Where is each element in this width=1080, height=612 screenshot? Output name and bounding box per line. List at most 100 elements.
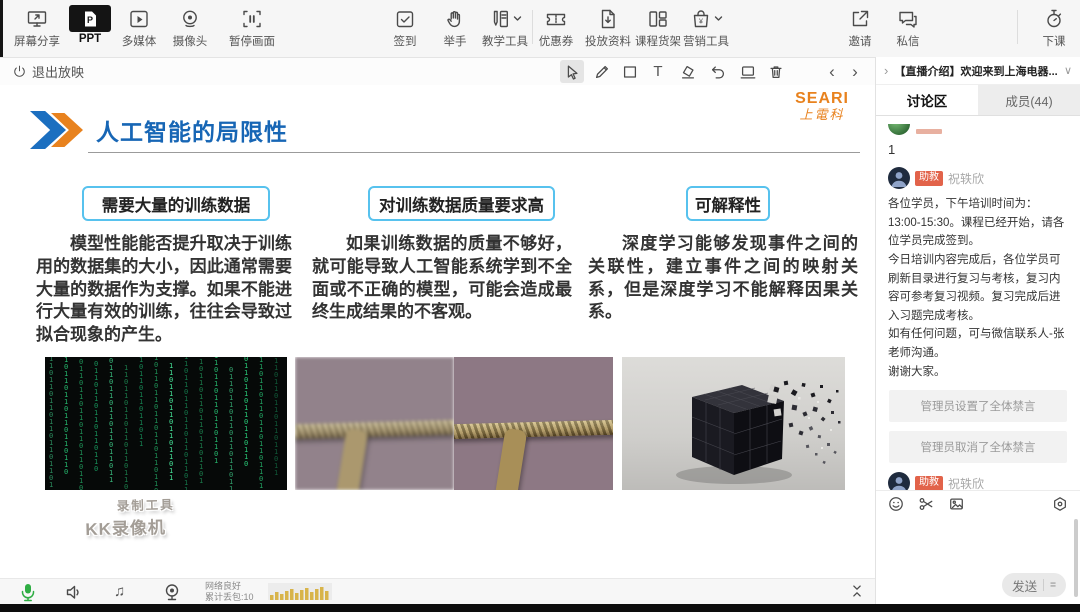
toolbar-sign-in-button[interactable]: 签到 xyxy=(377,5,433,49)
materials-icon xyxy=(597,5,619,32)
rectangle-icon xyxy=(623,65,637,78)
keyword-box-3: 可解释性 xyxy=(686,186,770,221)
sidebar-tabs: 讨论区 成员(44) xyxy=(876,85,1080,116)
svg-text:P: P xyxy=(87,15,93,25)
assistant-badge: 助教 xyxy=(915,170,943,186)
toolbar-coupon-button[interactable]: 优惠券 xyxy=(528,5,584,49)
tool-trash[interactable] xyxy=(764,60,788,83)
chevron-down-icon xyxy=(714,16,722,21)
smiley-icon xyxy=(889,497,903,511)
camera-icon xyxy=(179,5,201,32)
webcam-button[interactable] xyxy=(162,582,182,602)
screenshot-button[interactable] xyxy=(918,496,934,512)
text-tool-icon: T xyxy=(653,63,663,80)
chevron-down-icon[interactable]: ∨ xyxy=(1064,64,1072,77)
message-header: 助教 祝轶欣 xyxy=(888,167,1068,189)
sender-name: 祝轶欣 xyxy=(948,476,985,490)
gear-icon xyxy=(1054,497,1066,511)
undo-icon xyxy=(711,65,725,78)
chat-toolbar xyxy=(876,490,1080,517)
microphone-button[interactable] xyxy=(18,582,38,602)
partial-message-row xyxy=(888,124,1068,135)
avatar xyxy=(888,167,910,189)
paragraph-3: 深度学习能够发现事件之间的关联性，建立事件之间的映射关系，但是深度学习不能解释因… xyxy=(588,234,858,322)
window-edge xyxy=(0,0,3,57)
title-underline xyxy=(88,152,860,153)
image-upload-button[interactable] xyxy=(948,496,965,512)
svg-text:¥: ¥ xyxy=(699,18,703,25)
collapse-panel-button[interactable] xyxy=(848,582,866,600)
title-chevrons-icon xyxy=(30,111,94,149)
board-icon xyxy=(740,65,756,78)
rope-image-blurred-half xyxy=(295,357,454,490)
tool-text[interactable]: T xyxy=(646,60,670,83)
paragraph-1: 模型性能能否提升取决于训练用的数据集的大小，因此通常需要大量的数据作为支撑。如果… xyxy=(36,234,292,345)
send-button-divider xyxy=(1043,579,1045,591)
send-options-icon[interactable]: = xyxy=(1050,580,1056,591)
presentation-toolbar-row: 退出放映 T ‹ › xyxy=(0,58,875,85)
tool-pencil[interactable] xyxy=(590,60,614,83)
chat-input-area[interactable] xyxy=(876,517,1080,571)
chat-settings-button[interactable] xyxy=(1052,496,1068,512)
paragraph-2: 如果训练数据的质量不够好，就可能导致人工智能系统学到不全面或不正确的模型，可能会… xyxy=(312,234,572,322)
unmute-notice: 管理员取消了全体禁言 xyxy=(889,431,1067,464)
microphone-icon xyxy=(21,584,35,602)
toolbar-screen-share-button[interactable]: 屏幕分享 xyxy=(9,5,65,49)
invite-icon xyxy=(849,5,871,32)
exit-presentation-button[interactable]: 退出放映 xyxy=(12,61,84,82)
speaker-icon xyxy=(66,585,79,599)
top-toolbar: 屏幕分享 P PPT 多媒体 摄像头 暂停画面 签到 举手 教学工具 优惠券 投… xyxy=(0,0,1080,58)
tool-cursor[interactable] xyxy=(560,60,584,83)
emoji-button[interactable] xyxy=(888,496,904,512)
tab-discussion[interactable]: 讨论区 xyxy=(876,85,978,115)
tool-undo[interactable] xyxy=(706,60,730,83)
chevron-right-icon: › xyxy=(852,62,858,81)
rope-image-sharp-half xyxy=(454,357,613,490)
toolbar-camera-button[interactable]: 摄像头 xyxy=(162,5,218,49)
slide-canvas: 人工智能的局限性 SEARI 上電科 需要大量的训练数据 对训练数据质量要求高 … xyxy=(0,85,875,578)
toolbar-dm-button[interactable]: 私信 xyxy=(880,5,936,49)
chat-message-text: 各位学员，下午培训时间为：13:00-15:30。课程已经开始，请各位学员完成签… xyxy=(888,198,1065,378)
tool-rectangle[interactable] xyxy=(618,60,642,83)
rope-comparison-image xyxy=(295,357,613,490)
chat-bubbles-icon xyxy=(897,5,919,32)
scissors-icon xyxy=(919,498,933,510)
power-icon xyxy=(14,65,25,77)
trash-icon xyxy=(770,65,782,78)
live-teaching-app-window: 屏幕分享 P PPT 多媒体 摄像头 暂停画面 签到 举手 教学工具 优惠券 投… xyxy=(0,0,1080,612)
matrix-code-image: 0 1 1 0 1 1 0 1 1 0 1 1 0 1 1 0 1 1 0 1 … xyxy=(45,357,287,490)
image-icon xyxy=(950,498,963,510)
prev-slide-button[interactable]: ‹ xyxy=(820,60,844,83)
send-button[interactable]: 发送 = xyxy=(1002,573,1066,597)
sender-name: 祝轶欣 xyxy=(948,171,985,186)
course-shelf-icon xyxy=(647,5,669,32)
toolbar-teaching-tools-button[interactable]: 教学工具 xyxy=(477,5,533,49)
music-button[interactable]: ♫ xyxy=(114,583,125,601)
network-bars-chart xyxy=(268,583,332,600)
disintegrating-cube-image xyxy=(622,357,845,490)
sidebar-scrollbar[interactable] xyxy=(1074,519,1078,597)
tool-eraser[interactable] xyxy=(676,60,700,83)
avatar xyxy=(888,124,910,135)
message-header: 助教 祝轶欣 xyxy=(888,472,1068,490)
tool-board[interactable] xyxy=(736,60,760,83)
toolbar-media-button[interactable]: 多媒体 xyxy=(111,5,167,49)
collapse-icon xyxy=(853,585,861,597)
eraser-icon xyxy=(681,65,695,78)
pencil-icon xyxy=(595,65,609,78)
chat-message-list[interactable]: 1 助教 祝轶欣 各位学员，下午培训时间为：13:00-15:30。课程已经开始… xyxy=(876,116,1080,490)
toolbar-pause-button[interactable]: 暂停画面 xyxy=(222,5,282,49)
recorder-watermark: 录制工具 KK录像机 xyxy=(85,497,175,540)
toolbar-marketing-button[interactable]: ¥ 营销工具 xyxy=(677,5,735,49)
toolbar-end-class-button[interactable]: 下课 xyxy=(1026,5,1080,49)
speaker-button[interactable] xyxy=(64,582,84,602)
toolbar-ppt-button[interactable]: P PPT xyxy=(62,5,118,45)
screen-share-icon xyxy=(26,5,48,32)
next-slide-button[interactable]: › xyxy=(843,60,867,83)
toolbar-raise-hand-button[interactable]: 举手 xyxy=(427,5,483,49)
live-room-title: 【直播介绍】欢迎来到上海电器... xyxy=(894,65,1058,78)
mute-notice: 管理员设置了全体禁言 xyxy=(889,390,1067,423)
teaching-tools-icon xyxy=(489,5,522,32)
marketing-tools-icon: ¥ xyxy=(690,5,723,32)
tab-members[interactable]: 成员(44) xyxy=(978,85,1080,115)
